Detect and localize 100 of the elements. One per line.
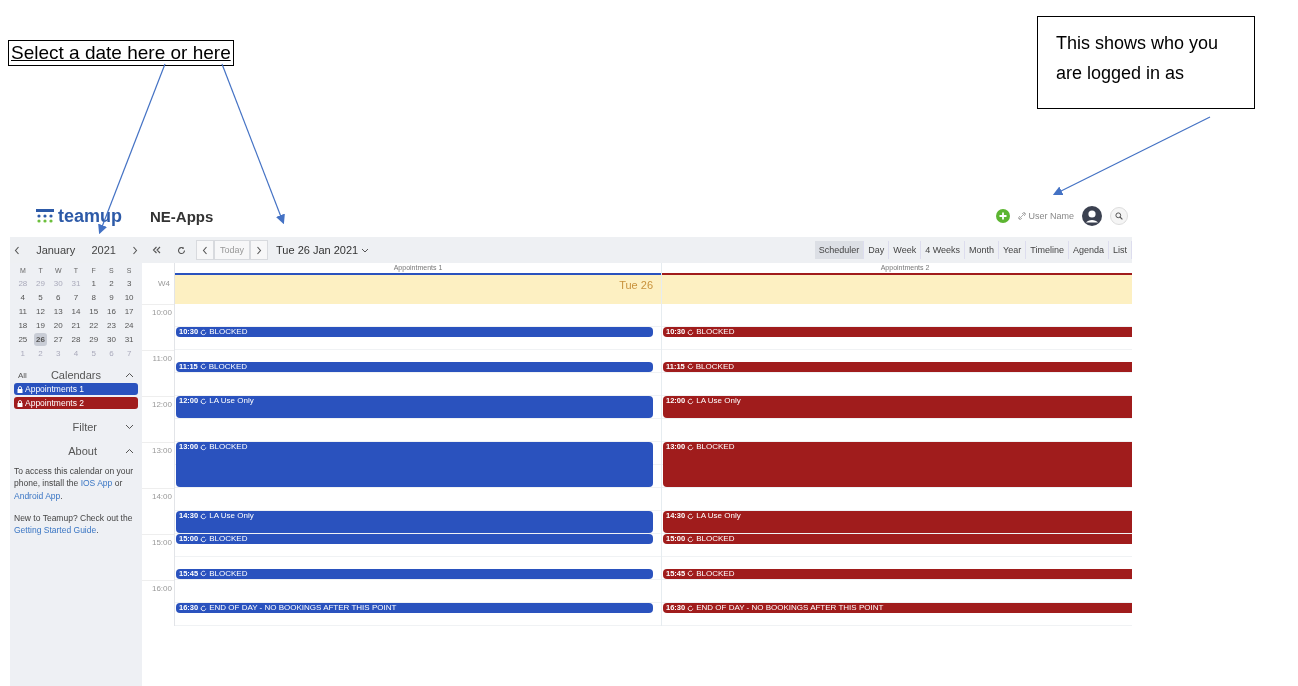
repeat-icon xyxy=(200,328,208,336)
add-icon[interactable] xyxy=(996,209,1011,223)
view-tab[interactable]: Scheduler xyxy=(814,241,865,259)
calendar-day[interactable]: 25 xyxy=(16,333,30,346)
search-button[interactable] xyxy=(1110,207,1128,225)
calendar-day[interactable]: 2 xyxy=(104,277,118,290)
repeat-icon xyxy=(200,443,208,451)
previous-button[interactable] xyxy=(196,240,214,260)
chevron-up-icon[interactable] xyxy=(125,372,134,378)
repeat-icon xyxy=(687,443,695,451)
event-title: END OF DAY - NO BOOKINGS AFTER THIS POINT xyxy=(696,603,884,613)
view-tab[interactable]: List xyxy=(1109,241,1132,259)
view-tab[interactable]: Year xyxy=(999,241,1027,259)
calendar-day[interactable]: 26 xyxy=(34,333,48,346)
event-title: LA Use Only xyxy=(696,396,741,406)
view-tab[interactable]: Month xyxy=(965,241,1000,259)
calendar-day[interactable]: 14 xyxy=(69,305,83,318)
hour-label: 14:00 xyxy=(151,492,172,501)
date-picker-button[interactable]: Tue 26 Jan 2021 xyxy=(272,244,374,256)
calendar-day[interactable]: 30 xyxy=(104,333,118,346)
event-title: BLOCKED xyxy=(209,327,248,337)
annotation-text: This shows who you are logged in as xyxy=(1037,16,1255,109)
avatar-icon[interactable] xyxy=(1082,206,1102,226)
repeat-icon xyxy=(686,363,694,370)
next-month-button[interactable] xyxy=(132,245,138,255)
repeat-icon xyxy=(687,397,695,405)
previous-month-button[interactable] xyxy=(14,245,20,255)
view-tab[interactable]: Timeline xyxy=(1026,241,1069,259)
repeat-icon xyxy=(200,397,208,405)
event-title: BLOCKED xyxy=(209,534,248,544)
link[interactable]: IOS App xyxy=(80,478,113,489)
view-tab[interactable]: Agenda xyxy=(1068,241,1109,259)
calendar-day[interactable]: 7 xyxy=(69,291,83,304)
calendar-day[interactable]: 11 xyxy=(16,305,30,318)
section-title[interactable]: Calendars xyxy=(50,369,101,381)
next-button[interactable] xyxy=(250,240,269,260)
calendar-day[interactable]: 17 xyxy=(122,305,136,318)
calendar-day[interactable]: 16 xyxy=(104,305,118,318)
calendar-day[interactable]: 31 xyxy=(122,333,136,346)
event-title: BLOCKED xyxy=(696,568,735,579)
caret-icon xyxy=(361,247,370,253)
chevron-right-icon xyxy=(256,245,263,255)
calendar-day[interactable]: 23 xyxy=(104,319,118,332)
hour-label: 11:00 xyxy=(152,354,172,363)
view-tab[interactable]: Day xyxy=(864,241,890,259)
calendar-item[interactable]: Appointments 2 xyxy=(14,397,138,409)
calendar-day[interactable]: 13 xyxy=(51,305,65,318)
hour-label: 13:00 xyxy=(151,446,172,455)
repeat-icon xyxy=(687,604,695,612)
view-tab[interactable]: 4 Weeks xyxy=(921,241,966,259)
repeat-icon xyxy=(687,512,695,520)
calendar-day[interactable]: 19 xyxy=(34,319,48,332)
link-icon xyxy=(1018,212,1027,220)
event-title: LA Use Only xyxy=(209,511,254,521)
calendar-day[interactable]: 12 xyxy=(34,305,48,318)
calendar-day[interactable]: 6 xyxy=(51,291,65,304)
all-toggle[interactable]: All xyxy=(18,370,27,380)
calendar-name: Appointments 1 xyxy=(25,384,85,394)
calendar-day[interactable]: 22 xyxy=(87,319,101,332)
repeat-icon xyxy=(199,363,207,370)
calendar-day[interactable]: 8 xyxy=(87,291,101,304)
calendar-day[interactable]: 20 xyxy=(51,319,65,332)
hour-label: 12:00 xyxy=(151,400,172,409)
search-icon xyxy=(1115,212,1123,220)
repeat-icon xyxy=(687,570,695,577)
calendar-day[interactable]: 9 xyxy=(104,291,118,304)
calendar-day[interactable]: 24 xyxy=(122,319,136,332)
logo-icon xyxy=(36,209,54,223)
section-title[interactable]: About xyxy=(68,445,97,457)
calendar-day[interactable]: 21 xyxy=(69,319,83,332)
calendar-title: NE-Apps xyxy=(150,207,214,225)
lock-icon xyxy=(17,399,23,407)
calendar-day[interactable]: 28 xyxy=(69,333,83,346)
chevron-left-icon xyxy=(202,245,208,255)
calendar-day[interactable]: 18 xyxy=(16,319,30,332)
year-label[interactable]: 2021 xyxy=(91,244,116,256)
section-title[interactable]: Filter xyxy=(72,421,97,433)
event-title: BLOCKED xyxy=(696,442,735,452)
hour-label: 10:00 xyxy=(151,308,172,317)
chevron-down-icon[interactable] xyxy=(125,424,134,430)
calendar-day[interactable]: 3 xyxy=(122,277,136,290)
repeat-icon xyxy=(200,570,208,577)
user-name[interactable]: User Name xyxy=(1028,211,1074,221)
view-tab[interactable]: Week xyxy=(889,241,922,259)
repeat-icon xyxy=(687,328,695,336)
calendar-item[interactable]: Appointments 1 xyxy=(14,383,138,395)
event-title: BLOCKED xyxy=(209,568,248,579)
calendar-day[interactable]: 27 xyxy=(51,333,65,346)
calendar-day[interactable]: 10 xyxy=(122,291,136,304)
calendar-day[interactable]: 15 xyxy=(87,305,101,318)
calendar-day[interactable]: 5 xyxy=(34,291,48,304)
hour-label: 16:00 xyxy=(151,584,172,593)
calendar-day[interactable]: 29 xyxy=(87,333,101,346)
repeat-icon xyxy=(200,535,208,543)
calendar-day[interactable]: 1 xyxy=(87,277,101,290)
month-label[interactable]: January xyxy=(36,244,76,256)
about-paragraph: New to Teamup? Check out the Getting Started Guide. xyxy=(14,511,134,537)
refresh-icon xyxy=(177,245,186,255)
calendar-day[interactable]: 4 xyxy=(16,291,30,304)
chevron-up-icon[interactable] xyxy=(125,448,134,454)
